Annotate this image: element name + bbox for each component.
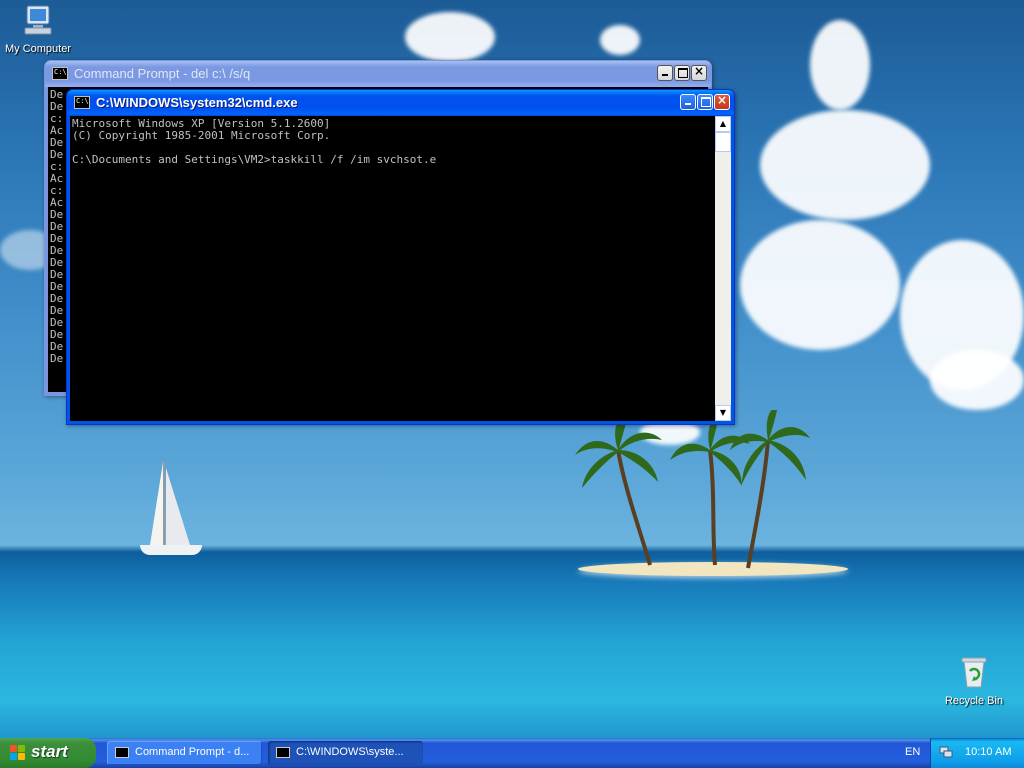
- cmd-task-icon: [115, 747, 129, 758]
- close-button[interactable]: ×: [691, 64, 707, 81]
- scroll-down-icon: ▼: [719, 408, 727, 417]
- cloud: [760, 110, 930, 220]
- scroll-up-icon: ▲: [719, 119, 727, 128]
- cloud: [405, 12, 495, 62]
- scroll-down-button[interactable]: ▼: [715, 405, 731, 421]
- desktop: My Computer Recycle Bin Command Prompt -…: [0, 0, 1024, 768]
- network-icon[interactable]: [939, 746, 953, 758]
- window-cmd-exe[interactable]: C:\WINDOWS\system32\cmd.exe × Microsoft …: [66, 89, 735, 425]
- console-line: De: [50, 352, 64, 365]
- cloud: [930, 350, 1024, 410]
- recycle-bin-label: Recycle Bin: [944, 695, 1004, 707]
- cmd-window-icon: [52, 67, 68, 80]
- vertical-scrollbar[interactable]: ▲ ▼: [715, 116, 731, 421]
- desktop-icon-my-computer[interactable]: My Computer: [0, 3, 78, 55]
- start-button[interactable]: start: [0, 738, 96, 768]
- console-output: De De c: Ac De De c: Ac c: Ac De De De De De De De De De De…: [50, 89, 63, 365]
- close-button[interactable]: ×: [714, 93, 730, 110]
- my-computer-label: My Computer: [4, 43, 72, 55]
- scroll-up-button[interactable]: ▲: [715, 116, 731, 132]
- start-label: start: [31, 742, 68, 761]
- close-icon: ×: [693, 64, 705, 78]
- windows-logo-icon: [10, 745, 26, 761]
- taskbar-button-command-prompt[interactable]: Command Prompt - d...: [107, 741, 262, 765]
- window-titlebar[interactable]: Command Prompt - del c:\ /s/q ×: [45, 61, 711, 87]
- cloud: [810, 20, 870, 110]
- maximize-button[interactable]: [697, 94, 713, 110]
- palm-trees: [575, 410, 810, 569]
- window-title: Command Prompt - del c:\ /s/q: [74, 66, 251, 81]
- console-line: C:\Documents and Settings\VM2>taskkill /…: [72, 153, 437, 166]
- cloud: [600, 25, 640, 55]
- system-tray: 10:10 AM: [930, 738, 1024, 768]
- cloud: [740, 220, 900, 350]
- my-computer-icon: [24, 5, 52, 35]
- window-titlebar[interactable]: C:\WINDOWS\system32\cmd.exe ×: [67, 90, 734, 116]
- sailboat-hull: [140, 545, 202, 555]
- taskbar-button-cmd-exe[interactable]: C:\WINDOWS\syste...: [268, 741, 423, 765]
- task-label: C:\WINDOWS\syste...: [296, 746, 404, 758]
- desktop-icon-recycle-bin[interactable]: Recycle Bin: [934, 655, 1014, 707]
- clock[interactable]: 10:10 AM: [965, 746, 1011, 758]
- taskbar: start Command Prompt - d... C:\WINDOWS\s…: [0, 738, 1024, 768]
- recycle-bin-icon: [961, 657, 987, 688]
- minimize-button[interactable]: [680, 94, 696, 110]
- cmd-window-icon: [74, 96, 90, 109]
- maximize-button[interactable]: [674, 65, 690, 81]
- close-icon: ×: [716, 93, 728, 107]
- console-area[interactable]: Microsoft Windows XP [Version 5.1.2600](…: [70, 116, 731, 421]
- task-label: Command Prompt - d...: [135, 746, 250, 758]
- minimize-button[interactable]: [657, 65, 673, 81]
- language-indicator[interactable]: EN: [905, 746, 920, 758]
- console-output: Microsoft Windows XP [Version 5.1.2600](…: [72, 118, 436, 166]
- cmd-task-icon: [276, 747, 290, 758]
- console-line: (C) Copyright 1985-2001 Microsoft Corp.: [72, 129, 331, 142]
- scroll-thumb[interactable]: [715, 132, 731, 152]
- window-title: C:\WINDOWS\system32\cmd.exe: [96, 95, 298, 110]
